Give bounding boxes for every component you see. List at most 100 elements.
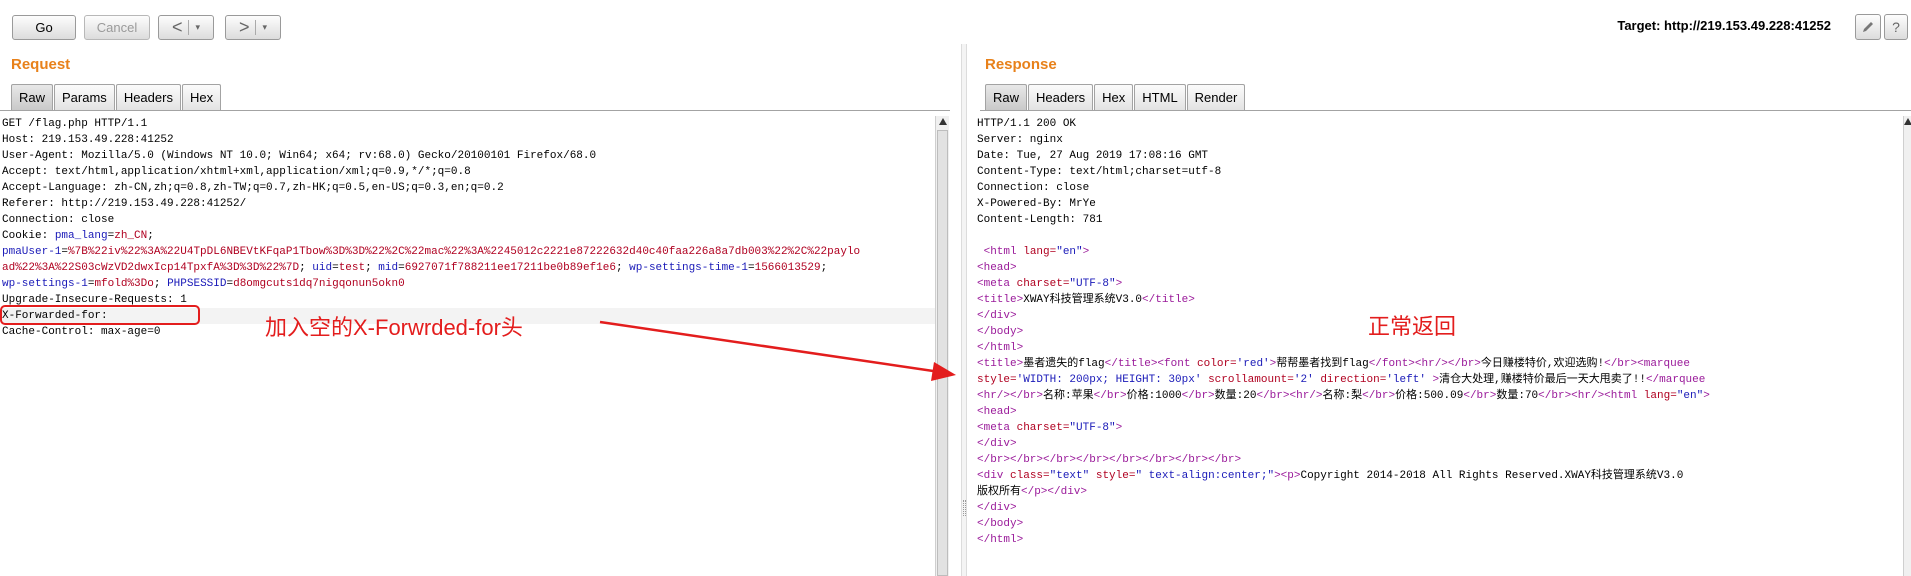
response-editor[interactable]: HTTP/1.1 200 OK Server: nginx Date: Tue, 2… <box>977 116 1901 576</box>
code-token: </title> <box>1142 294 1195 306</box>
code-token: </br><hr/><html <box>1538 390 1644 402</box>
code-token: color= <box>1197 358 1237 370</box>
separator: ; <box>153 278 168 290</box>
cookie-name: mid <box>378 262 399 274</box>
code-token: </body> <box>977 518 1024 530</box>
cookie-value: ad%22%3A%22S03cWzVD2dwxIcp14TpxfA%3D%3D%… <box>2 262 300 274</box>
highlight-box <box>0 305 200 325</box>
code-token: </br> <box>1362 390 1396 402</box>
code-token: <html <box>977 246 1024 258</box>
forward-arrow-icon: > <box>238 17 250 37</box>
code-token: <title> <box>977 358 1024 370</box>
response-line: <hr/></br>名称:苹果</br>价格:1000</br>数量:20</b… <box>977 388 1901 404</box>
request-editor[interactable]: GET /flag.php HTTP/1.1 Host: 219.153.49.2… <box>2 116 936 576</box>
edit-icon <box>1863 22 1873 32</box>
response-tab-html[interactable]: HTML <box>1134 84 1186 110</box>
response-line: <html lang="en"> <box>977 244 1901 260</box>
equals: = <box>332 262 339 274</box>
request-tab-hex[interactable]: Hex <box>181 84 222 110</box>
request-tab-headers[interactable]: Headers <box>115 84 181 110</box>
response-tabs: Raw Headers Hex HTML Render <box>985 84 1246 110</box>
code-token: 价格:1000 <box>1126 390 1182 402</box>
response-line: Content-Length: 781 <box>977 214 1103 226</box>
code-token: class= <box>1010 470 1050 482</box>
response-line: <meta charset="UTF-8"> <box>977 276 1901 292</box>
code-token: 'red' <box>1236 358 1270 370</box>
code-token: style= <box>1095 470 1136 482</box>
scroll-thumb[interactable] <box>937 130 948 576</box>
code-token: <title> <box>977 294 1024 306</box>
request-tab-raw[interactable]: Raw <box>11 84 54 110</box>
response-tab-render[interactable]: Render <box>1186 84 1246 110</box>
response-line: X-Powered-By: MrYe <box>977 198 1096 210</box>
forward-button[interactable]: > ▾ <box>225 15 281 40</box>
code-token: 名称:梨 <box>1322 390 1363 402</box>
separator: ; <box>147 230 161 242</box>
cookie-value: mfold%3Do <box>94 278 154 290</box>
code-token: 今日赚楼特价,欢迎选购! <box>1480 358 1605 370</box>
code-token: <head> <box>977 406 1017 418</box>
code-token: </br><hr/> <box>1256 390 1323 402</box>
response-line: <div class="text" style=" text-align:cen… <box>977 468 1901 484</box>
target-label: Target: http://219.153.49.228:41252 <box>1617 18 1831 33</box>
cookie-prefix: Cookie: <box>2 230 55 242</box>
code-token: style= <box>977 374 1017 386</box>
cookie-name: wp-settings-1 <box>2 278 88 290</box>
go-button[interactable]: Go <box>12 15 76 40</box>
code-token: > <box>1082 246 1090 258</box>
code-token: <head> <box>977 262 1017 274</box>
separator: ; <box>615 262 630 274</box>
response-tab-headers[interactable]: Headers <box>1028 84 1094 110</box>
cookie-name: wp-settings-time-1 <box>629 262 748 274</box>
code-token: <div <box>977 470 1011 482</box>
code-token: </div> <box>977 310 1017 322</box>
code-token: > <box>1703 390 1710 402</box>
response-tab-raw[interactable]: Raw <box>985 84 1028 110</box>
chevron-down-icon: ▾ <box>195 22 201 32</box>
request-scrollbar[interactable] <box>935 116 949 576</box>
separator: ; <box>820 262 834 274</box>
code-token: "UTF-8" <box>1069 422 1116 434</box>
separator: ; <box>299 262 313 274</box>
code-token: 数量:20 <box>1214 390 1257 402</box>
request-line: pmaUser-1=%7B%22iv%22%3A%22U4TpDL6NBEVtK… <box>2 244 936 260</box>
response-tab-hex[interactable]: Hex <box>1094 84 1134 110</box>
code-token: <hr/></br> <box>977 390 1044 402</box>
code-token: > <box>1115 422 1123 434</box>
request-line: Connection: close <box>2 214 115 226</box>
request-line: User-Agent: Mozilla/5.0 (Windows NT 10.0… <box>2 150 597 162</box>
code-token: </br> <box>1463 390 1497 402</box>
code-token: > <box>1425 374 1440 386</box>
response-scrollbar[interactable] <box>1903 116 1911 576</box>
response-line: 版权所有</p></div> <box>977 484 1901 500</box>
response-line: <meta charset="UTF-8"> <box>977 420 1901 436</box>
annotation-left: 加入空的X-Forwrded-for头 <box>265 315 523 340</box>
code-token: 数量:70 <box>1496 390 1539 402</box>
code-token: charset= <box>1016 422 1070 434</box>
code-token: <meta <box>977 422 1017 434</box>
scroll-up-icon <box>939 118 947 125</box>
response-line: Content-Type: text/html;charset=utf-8 <box>977 166 1222 178</box>
cookie-value: 6927071f788211ee17211be0b89ef1e6 <box>404 262 616 274</box>
cancel-button[interactable]: Cancel <box>84 15 150 40</box>
cookie-name: uid <box>312 262 333 274</box>
code-token: "UTF-8" <box>1069 278 1116 290</box>
code-token: direction= <box>1320 374 1387 386</box>
edit-target-button[interactable] <box>1855 14 1881 40</box>
code-token: > <box>1115 278 1123 290</box>
back-button[interactable]: < ▾ <box>158 15 214 40</box>
code-token: lang= <box>1643 390 1677 402</box>
help-icon: ? <box>1892 19 1900 35</box>
help-button[interactable]: ? <box>1884 14 1908 40</box>
code-token: Copyright 2014-2018 All Rights Reserved.… <box>1300 470 1684 482</box>
request-line: GET /flag.php HTTP/1.1 <box>2 118 148 130</box>
annotation-right: 正常返回 <box>1368 314 1457 339</box>
request-tab-params[interactable]: Params <box>54 84 115 110</box>
back-arrow-icon: < <box>171 17 183 37</box>
panel-splitter[interactable] <box>961 44 967 576</box>
divider <box>980 110 1911 111</box>
request-line: Referer: http://219.153.49.228:41252/ <box>2 198 247 210</box>
code-token: 墨者遗失的flag <box>1023 358 1105 370</box>
separator: ; <box>365 262 379 274</box>
separator <box>188 20 190 35</box>
